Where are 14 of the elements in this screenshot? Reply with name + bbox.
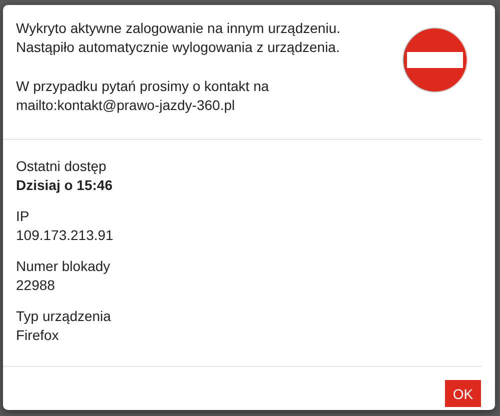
- detail-label: Ostatni dostęp: [16, 157, 108, 176]
- no-entry-icon: [401, 26, 469, 94]
- detail-value: Dzisiaj o 15:46: [16, 176, 114, 195]
- detail-value: 22988: [16, 276, 56, 295]
- detail-label: Numer blokady: [16, 257, 112, 276]
- detail-value: Firefox: [16, 326, 60, 345]
- detail-label: IP: [16, 207, 30, 226]
- detail-label: Typ urządzenia: [16, 307, 112, 326]
- message-text: mailto:kontakt@prawo-jazdy-360.pl: [16, 96, 236, 115]
- message-text: Wykryto aktywne zalogowanie na innym urządzeniu.: [16, 19, 340, 38]
- message-text: Nastąpiło automatycznie wylogowania z urządzenia.: [16, 38, 340, 57]
- ok-button[interactable]: OK: [445, 380, 481, 407]
- detail-value: 109.173.213.91: [16, 226, 114, 245]
- message-text: W przypadku pytań prosimy o kontakt na: [16, 77, 270, 96]
